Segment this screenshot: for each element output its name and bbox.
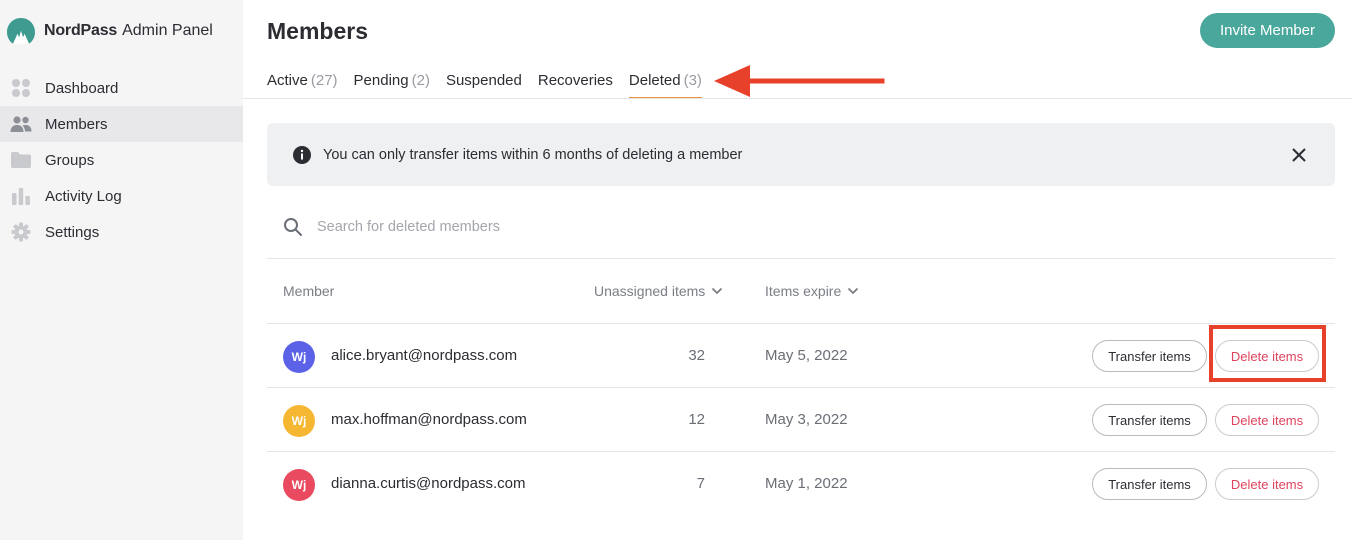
tab-label: Suspended xyxy=(445,72,522,89)
column-header-label: Items expire xyxy=(765,283,842,299)
tab-active[interactable]: Active (27) xyxy=(267,64,338,99)
folder-icon xyxy=(10,149,32,171)
brand-subtitle: Admin Panel xyxy=(122,22,213,39)
tab-label: Deleted xyxy=(628,72,681,89)
annotation-highlight-box xyxy=(1209,325,1326,382)
column-header-member: Member xyxy=(283,283,334,299)
delete-items-button[interactable]: Delete items xyxy=(1215,404,1319,436)
banner-text: You can only transfer items within 6 mon… xyxy=(323,147,743,163)
search-divider xyxy=(267,258,1335,259)
sidebar-item-label: Groups xyxy=(45,151,95,169)
tab-count: (27) xyxy=(310,72,338,89)
annotation-arrow-icon xyxy=(714,65,885,97)
tab-deleted[interactable]: Deleted (3) xyxy=(628,64,702,99)
expire-date: May 3, 2022 xyxy=(765,411,848,428)
sidebar-item-members[interactable]: Members xyxy=(0,106,243,142)
members-icon xyxy=(10,113,32,135)
member-tabs: Active (27) Pending (2) Suspended Recoveri… xyxy=(267,64,718,99)
sidebar-item-label: Settings xyxy=(45,223,100,241)
member-email: max.hoffman@nordpass.com xyxy=(331,411,527,428)
tab-count: (2) xyxy=(411,72,430,89)
column-header-label: Member xyxy=(283,283,335,299)
sidebar-item-label: Members xyxy=(45,115,108,133)
brand[interactable]: NordPass Admin Panel xyxy=(6,16,213,46)
gear-icon xyxy=(10,221,32,243)
member-email: alice.bryant@nordpass.com xyxy=(331,347,518,364)
nordpass-logo-icon xyxy=(7,18,35,44)
sidebar: NordPass Admin Panel Dashboard Members G… xyxy=(0,0,243,540)
expire-date: May 1, 2022 xyxy=(765,475,848,492)
info-icon xyxy=(293,146,311,164)
transfer-items-button[interactable]: Transfer items xyxy=(1092,340,1207,372)
tab-suspended[interactable]: Suspended xyxy=(446,64,522,99)
tab-recoveries[interactable]: Recoveries xyxy=(538,64,613,99)
delete-items-button[interactable]: Delete items xyxy=(1215,468,1319,500)
unassigned-count: 12 xyxy=(688,411,705,428)
dashboard-icon xyxy=(10,77,32,99)
sidebar-item-label: Dashboard xyxy=(45,79,119,97)
tab-label: Pending xyxy=(353,72,409,89)
tab-label: Active xyxy=(267,72,308,89)
table-row: Wj dianna.curtis@nordpass.com 7 May 1, 2… xyxy=(267,452,1335,516)
expire-date: May 5, 2022 xyxy=(765,347,848,364)
avatar: Wj xyxy=(283,469,315,501)
search-icon xyxy=(284,218,302,236)
unassigned-count: 32 xyxy=(688,347,705,364)
sidebar-item-activity-log[interactable]: Activity Log xyxy=(0,178,243,214)
brand-name: NordPass xyxy=(44,22,118,39)
unassigned-count: 7 xyxy=(696,475,705,492)
tab-label: Recoveries xyxy=(537,72,613,89)
sidebar-item-groups[interactable]: Groups xyxy=(0,142,243,178)
bar-chart-icon xyxy=(10,185,32,207)
sidebar-item-label: Activity Log xyxy=(45,187,122,205)
column-header-unassigned-items[interactable]: Unassigned items xyxy=(594,283,723,299)
sidebar-nav: Dashboard Members Groups Activity Log Se… xyxy=(0,70,243,250)
avatar: Wj xyxy=(283,405,315,437)
page-title: Members xyxy=(267,18,368,44)
table-row: Wj max.hoffman@nordpass.com 12 May 3, 20… xyxy=(267,388,1335,452)
member-email: dianna.curtis@nordpass.com xyxy=(331,475,526,492)
invite-member-button[interactable]: Invite Member xyxy=(1200,13,1335,48)
search-input[interactable] xyxy=(311,212,911,242)
info-banner: You can only transfer items within 6 mon… xyxy=(267,123,1335,186)
close-icon[interactable] xyxy=(1289,145,1309,165)
table-row: Wj alice.bryant@nordpass.com 32 May 5, 2… xyxy=(267,324,1335,388)
chevron-down-icon xyxy=(712,287,723,295)
column-header-items-expire[interactable]: Items expire xyxy=(765,283,859,299)
tab-count: (3) xyxy=(683,72,702,89)
avatar: Wj xyxy=(283,341,315,373)
column-header-label: Unassigned items xyxy=(594,283,706,299)
chevron-down-icon xyxy=(848,287,859,295)
sidebar-item-dashboard[interactable]: Dashboard xyxy=(0,70,243,106)
sidebar-item-settings[interactable]: Settings xyxy=(0,214,243,250)
tab-pending[interactable]: Pending (2) xyxy=(354,64,430,99)
transfer-items-button[interactable]: Transfer items xyxy=(1092,404,1207,436)
transfer-items-button[interactable]: Transfer items xyxy=(1092,468,1207,500)
